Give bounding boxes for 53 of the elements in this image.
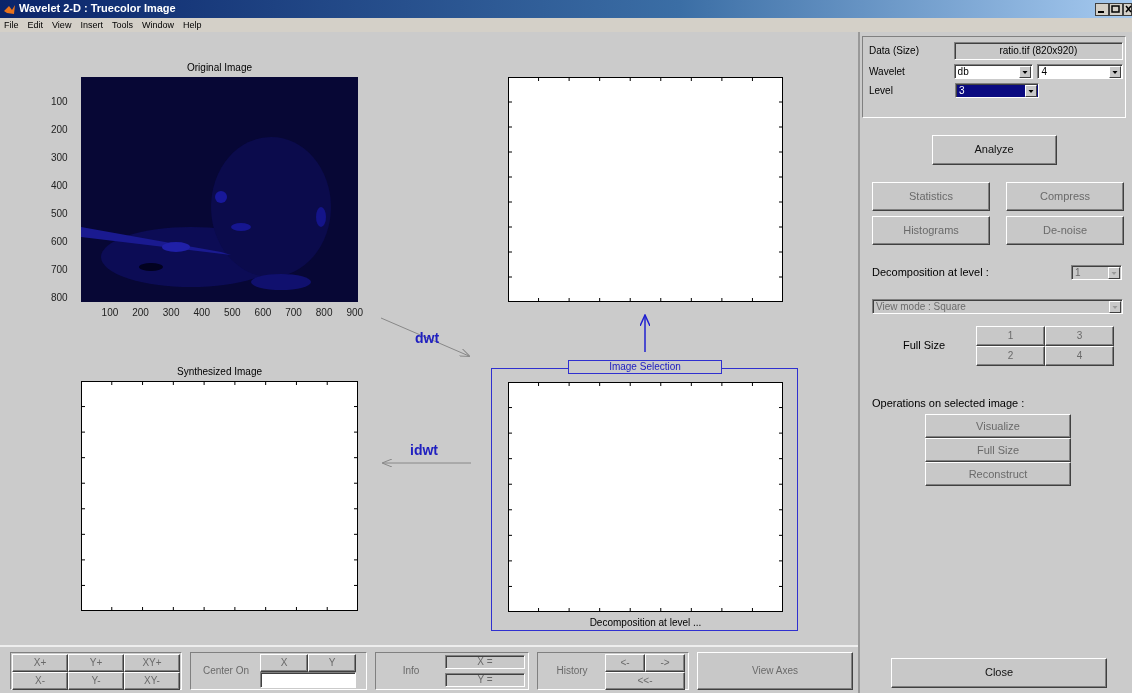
section-label: Decomposition at level : bbox=[872, 265, 989, 280]
order-dropdown[interactable]: 4 bbox=[1037, 64, 1123, 79]
close-button[interactable]: Close bbox=[891, 658, 1107, 688]
tick-label: 600 bbox=[254, 307, 272, 319]
level-dropdown[interactable]: 3 bbox=[955, 83, 1039, 98]
tick-label: 700 bbox=[51, 264, 68, 276]
menu-item[interactable]: Tools bbox=[111, 19, 133, 31]
history-label: History bbox=[555, 664, 589, 678]
tick-label: 300 bbox=[51, 152, 68, 164]
tick-label: 500 bbox=[51, 208, 68, 220]
data-field: ratio.tif (820x920) bbox=[953, 42, 1123, 60]
readout-field: X = bbox=[445, 655, 525, 669]
close-icon[interactable] bbox=[1123, 2, 1132, 16]
value-field[interactable] bbox=[260, 672, 356, 688]
center-on-label: Center On bbox=[201, 664, 251, 678]
menu-item[interactable]: Help bbox=[182, 19, 202, 31]
tick-label: 200 bbox=[132, 307, 149, 319]
analyze-button[interactable]: Analyze bbox=[931, 135, 1057, 165]
tick-label: 800 bbox=[315, 307, 333, 319]
tick-label: 600 bbox=[51, 236, 68, 248]
frame-title: Image Selection bbox=[568, 360, 722, 374]
field-label: Data (Size) bbox=[869, 45, 920, 57]
tick-label: 100 bbox=[101, 307, 119, 319]
arrow-label: dwt bbox=[415, 330, 440, 347]
axes-label: Decomposition at level ... bbox=[588, 617, 703, 629]
tick-label: 800 bbox=[51, 292, 68, 304]
tick-label: 400 bbox=[51, 180, 68, 192]
arrow-label: idwt bbox=[410, 442, 438, 459]
menu-item[interactable]: Insert bbox=[80, 19, 103, 31]
tick-label: 200 bbox=[51, 124, 68, 136]
menu-item[interactable]: File bbox=[4, 19, 19, 31]
tick-label: 100 bbox=[51, 96, 68, 108]
info-label: Info bbox=[401, 664, 421, 678]
tick-label: 300 bbox=[162, 307, 180, 319]
arrow bbox=[639, 314, 651, 353]
minimize-icon[interactable] bbox=[1095, 2, 1109, 16]
field-label: Wavelet bbox=[869, 65, 906, 78]
tick-label: 400 bbox=[193, 307, 211, 319]
section-label: Operations on selected image : bbox=[872, 397, 1026, 411]
menu-item[interactable]: Edit bbox=[27, 19, 44, 31]
window-title: Wavelet 2-D : Truecolor Image bbox=[19, 2, 176, 16]
tick-label: 700 bbox=[285, 307, 302, 319]
wavelet-dropdown[interactable]: db bbox=[953, 64, 1034, 79]
menu-item[interactable]: View bbox=[52, 19, 72, 31]
axes-title: Synthesized Image bbox=[175, 366, 264, 378]
axes-title: Original Image bbox=[186, 62, 253, 74]
tick-label: 500 bbox=[224, 307, 241, 319]
field-label: Level bbox=[869, 84, 894, 97]
readout-field: Y = bbox=[445, 673, 525, 687]
menu-item[interactable]: Window bbox=[141, 19, 174, 31]
maximize-icon[interactable] bbox=[1109, 2, 1123, 16]
tick-label: 900 bbox=[346, 307, 364, 319]
section-label: Full Size bbox=[901, 339, 947, 353]
